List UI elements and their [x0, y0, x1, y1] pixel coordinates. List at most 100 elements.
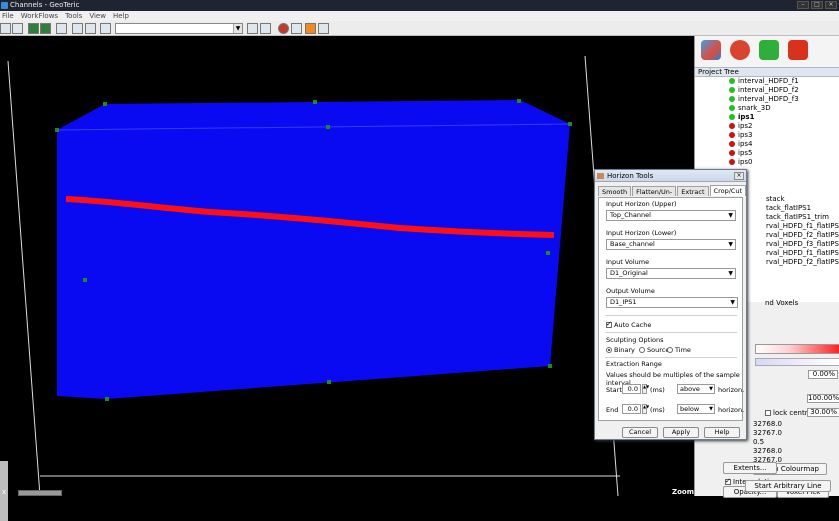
dialog-title-bar[interactable]: Horizon Tools × — [595, 170, 746, 182]
tree-item[interactable]: ips4 — [729, 140, 753, 149]
tree-item[interactable]: rval_HDFD_f1_flatIPS1 — [766, 222, 839, 231]
end-value-field[interactable]: 0.0 — [622, 404, 641, 414]
radio-time-label: Time — [675, 346, 691, 354]
horizontal-scrollbar[interactable] — [18, 490, 62, 496]
marker — [546, 251, 550, 255]
tab-smooth[interactable]: Smooth — [598, 186, 632, 196]
apply-button[interactable]: Apply — [663, 427, 699, 438]
start-spinner[interactable]: ▲▼ — [642, 384, 649, 394]
tree-item[interactable]: rval_HDFD_f3_flatIPS1 — [766, 240, 839, 249]
tree-item[interactable]: tack_flatIPS1_trim — [766, 213, 829, 222]
tab-crop-cut[interactable]: Crop/Cut — [709, 185, 747, 196]
colour-bar[interactable] — [755, 344, 839, 354]
menu-workflows[interactable]: WorkFlows — [21, 11, 58, 21]
menu-tools[interactable]: Tools — [65, 11, 82, 21]
tab-voxels[interactable]: nd Voxels — [765, 298, 798, 308]
opacity-percent-field[interactable]: 0.00% — [808, 370, 838, 379]
frame-icon[interactable] — [40, 23, 51, 34]
input-lower-value: Base_channel — [610, 240, 655, 248]
tree-item[interactable]: ips5 — [729, 149, 753, 158]
menu-file[interactable]: File — [2, 11, 14, 21]
radio-time[interactable]: Time — [667, 346, 691, 354]
value-label: 32768.0 — [753, 447, 782, 455]
chevron-down-icon: ▼ — [730, 299, 735, 306]
factory-icon[interactable] — [788, 40, 808, 60]
hand-icon[interactable] — [759, 40, 779, 60]
status-dot-icon — [729, 87, 735, 93]
input-lower-select[interactable]: Base_channel ▼ — [606, 239, 736, 250]
tree-item[interactable]: ips0 — [729, 158, 753, 167]
tree-item[interactable]: rval_HDFD_f2_flatIPS1 — [766, 231, 839, 240]
radio-icon — [606, 347, 612, 353]
tree-item-label: ips3 — [738, 131, 753, 139]
radio-source[interactable]: Source — [639, 346, 669, 354]
status-dot-icon — [729, 78, 735, 84]
tree-item-selected[interactable]: ips1 — [729, 113, 754, 122]
tree-item[interactable]: rval_HDFD_f1_flatIPS1_trim — [766, 249, 839, 258]
tree-item[interactable]: interval_HDFD_f1 — [729, 77, 799, 86]
start-arbitrary-line-button[interactable]: Start Arbitrary Line — [745, 480, 831, 492]
value-label: 0.5 — [753, 438, 765, 446]
end-position-select[interactable]: below ▼ — [677, 404, 715, 414]
grid-alt-icon[interactable] — [85, 23, 96, 34]
chevron-down-icon: ▼ — [709, 406, 713, 412]
lock-centre-field[interactable]: 30.00% — [807, 408, 839, 417]
tree-item[interactable]: snark_3D — [729, 104, 771, 113]
screenshot-icon[interactable] — [305, 23, 316, 34]
input-volume-select[interactable]: D1_Original ▼ — [606, 268, 736, 279]
checkbox-icon — [765, 410, 771, 416]
input-upper-select[interactable]: Top_Channel ▼ — [606, 210, 736, 221]
settings-icon[interactable] — [291, 23, 302, 34]
help-button[interactable]: Help — [704, 427, 740, 438]
status-dot-icon — [729, 141, 735, 147]
tree-item[interactable]: stack — [766, 195, 785, 204]
record-icon[interactable] — [278, 23, 289, 34]
3d-viewport[interactable]: x Zoom — [0, 36, 694, 521]
cancel-button[interactable]: Cancel — [622, 427, 658, 438]
opacity-bar[interactable] — [755, 358, 839, 366]
view-combo[interactable]: ▼ — [115, 23, 243, 34]
save-icon[interactable] — [247, 23, 258, 34]
output-volume-label: Output Volume — [606, 287, 655, 295]
image-icon[interactable] — [56, 23, 67, 34]
export-icon[interactable] — [100, 23, 111, 34]
cube-icon[interactable] — [701, 40, 721, 60]
max-percent-field[interactable]: 100.00% — [807, 394, 839, 403]
tree-item[interactable]: interval_HDFD_f2 — [729, 86, 799, 95]
tree-item[interactable]: tack_flatIPS1 — [766, 204, 811, 213]
sculpting-label: Sculpting Options — [606, 336, 664, 344]
marker — [313, 100, 317, 104]
close-window-button[interactable]: × — [825, 1, 837, 9]
grid-icon[interactable] — [72, 23, 83, 34]
hd-icon[interactable] — [730, 40, 750, 60]
maximize-button[interactable]: □ — [811, 1, 823, 9]
tree-item[interactable]: ips3 — [729, 131, 753, 140]
window-icon[interactable] — [318, 23, 329, 34]
end-spinner[interactable]: ▲▼ — [642, 404, 649, 414]
auto-cache-checkbox[interactable]: Auto Cache — [606, 320, 651, 329]
menu-view[interactable]: View — [89, 11, 106, 21]
end-unit: (ms) — [650, 406, 665, 414]
tree-item-label: ips4 — [738, 140, 753, 148]
dialog-icon — [597, 173, 604, 179]
radio-binary[interactable]: Binary — [606, 346, 635, 354]
extents-button[interactable]: Extents... — [723, 462, 777, 474]
close-icon[interactable]: × — [734, 172, 744, 180]
tab-extract[interactable]: Extract — [677, 186, 709, 196]
tree-item-label: ips1 — [738, 113, 755, 121]
layout-icon[interactable] — [0, 23, 11, 34]
output-volume-select[interactable]: D1_IPS1 ▼ — [606, 297, 738, 308]
start-position-select[interactable]: above ▼ — [677, 384, 715, 394]
tree-item[interactable]: rval_HDFD_f2_flatIPS1_trim — [766, 258, 839, 267]
menu-help[interactable]: Help — [113, 11, 129, 21]
start-position-value: above — [680, 385, 700, 393]
tab-flatten[interactable]: Flatten/Un-flatten — [632, 186, 677, 206]
tree-item[interactable]: interval_HDFD_f3 — [729, 95, 799, 104]
view-icon[interactable] — [12, 23, 23, 34]
select-icon[interactable] — [28, 23, 39, 34]
minimize-button[interactable]: – — [797, 1, 809, 9]
start-value-field[interactable]: 0.0 — [622, 384, 641, 394]
panel-tab-icons — [695, 36, 839, 67]
layers-icon[interactable] — [260, 23, 271, 34]
tree-item[interactable]: ips2 — [729, 122, 753, 131]
